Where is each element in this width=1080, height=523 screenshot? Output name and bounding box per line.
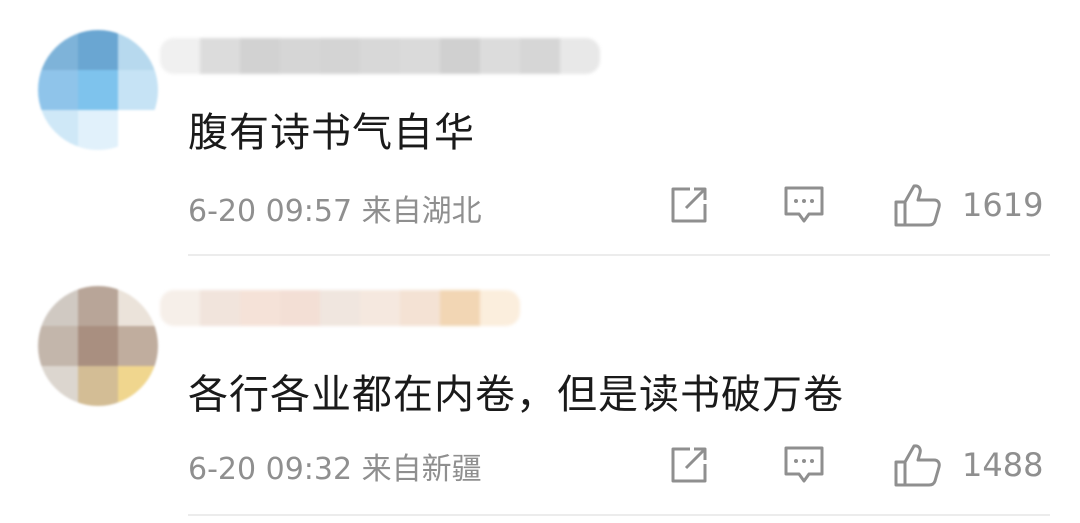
username-mosaic[interactable] [160,290,520,326]
thumbs-up-icon[interactable] [892,182,942,228]
comment-item: 腹有诗书气自华 6-20 09:57 来自湖北 1619 [0,0,1080,256]
comment-time: 6-20 09:32 [188,452,353,487]
thumbs-up-icon[interactable] [892,442,942,488]
comment-time: 6-20 09:57 [188,194,353,229]
share-icon[interactable] [668,184,710,226]
like-count: 1488 [962,446,1044,484]
reply-icon[interactable] [782,184,826,226]
comment-location: 来自湖北 [361,194,482,229]
share-icon[interactable] [668,444,710,486]
reply-icon[interactable] [782,444,826,486]
avatar[interactable] [38,30,158,150]
comment-location: 来自新疆 [361,452,482,487]
avatar[interactable] [38,286,158,406]
like-count: 1619 [962,186,1044,224]
comment-meta: 6-20 09:32 来自新疆 [188,444,482,488]
comment-text: 各行各业都在内卷，但是读书破万卷 [188,372,844,418]
comment-meta: 6-20 09:57 来自湖北 [188,186,482,230]
username-mosaic[interactable] [160,38,600,74]
divider [188,514,1050,516]
comment-text: 腹有诗书气自华 [188,110,475,156]
comment-item: 各行各业都在内卷，但是读书破万卷 6-20 09:32 来自新疆 1488 [0,256,1080,516]
